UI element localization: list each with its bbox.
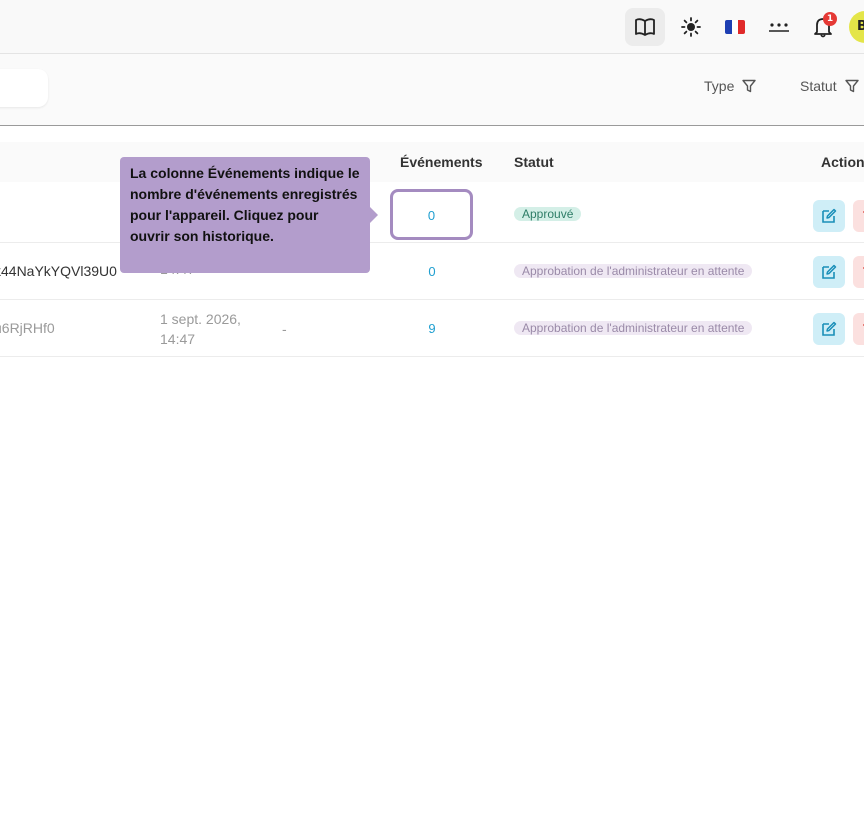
device-id[interactable]: k44NaYkYQVl39U0	[0, 263, 117, 279]
top-bar: 1 B	[0, 0, 864, 54]
france-flag-icon	[725, 20, 745, 34]
notifications-button[interactable]: 1	[803, 8, 843, 46]
device-id[interactable]: u6RjRHf0	[0, 320, 55, 336]
status-badge: Approuvé	[514, 207, 582, 221]
events-count[interactable]: 9	[392, 321, 472, 336]
column-header-status[interactable]: Statut	[514, 154, 554, 170]
events-count[interactable]: 0	[393, 208, 470, 223]
password-button[interactable]	[759, 8, 799, 46]
edit-button[interactable]	[813, 200, 845, 232]
type-filter-button[interactable]: Type	[704, 78, 757, 94]
tour-tooltip: La colonne Événements indique le nombre …	[120, 157, 378, 273]
tour-tooltip-text: La colonne Événements indique le nombre …	[130, 165, 360, 244]
filter-bar: Type Statut	[0, 54, 864, 126]
edit-button[interactable]	[813, 256, 845, 288]
password-dots-icon	[769, 23, 789, 32]
delete-button[interactable]	[853, 313, 864, 345]
events-count[interactable]: 0	[392, 264, 472, 279]
status-badge: Approbation de l'administrateur en atten…	[514, 264, 753, 278]
book-open-icon	[635, 18, 655, 36]
sun-icon	[681, 17, 701, 37]
theme-toggle-button[interactable]	[671, 8, 711, 46]
notification-count-badge: 1	[823, 12, 837, 26]
delete-button[interactable]	[853, 200, 864, 232]
events-cell-highlight[interactable]: 0	[390, 189, 473, 240]
filter-icon	[844, 79, 859, 93]
documentation-button[interactable]	[625, 8, 665, 46]
edit-button[interactable]	[813, 313, 845, 345]
table-row: u6RjRHf0 1 sept. 2026, 14:47 - 9 Approba…	[0, 300, 864, 357]
edit-icon	[822, 321, 837, 336]
search-input[interactable]	[0, 69, 48, 107]
column-header-actions: Action	[821, 154, 864, 170]
filter-icon	[742, 79, 757, 93]
edit-icon	[822, 264, 837, 279]
delete-button[interactable]	[853, 256, 864, 288]
column-header-events[interactable]: Événements	[400, 154, 482, 170]
language-button[interactable]	[715, 8, 755, 46]
status-filter-button[interactable]: Statut	[800, 78, 859, 94]
edit-icon	[822, 208, 837, 223]
avatar[interactable]: B	[849, 11, 864, 43]
extra-cell: -	[282, 321, 287, 337]
type-filter-label: Type	[704, 78, 735, 94]
status-filter-label: Statut	[800, 78, 837, 94]
status-badge: Approbation de l'administrateur en atten…	[514, 321, 753, 335]
registration-date: 1 sept. 2026, 14:47	[160, 311, 241, 347]
